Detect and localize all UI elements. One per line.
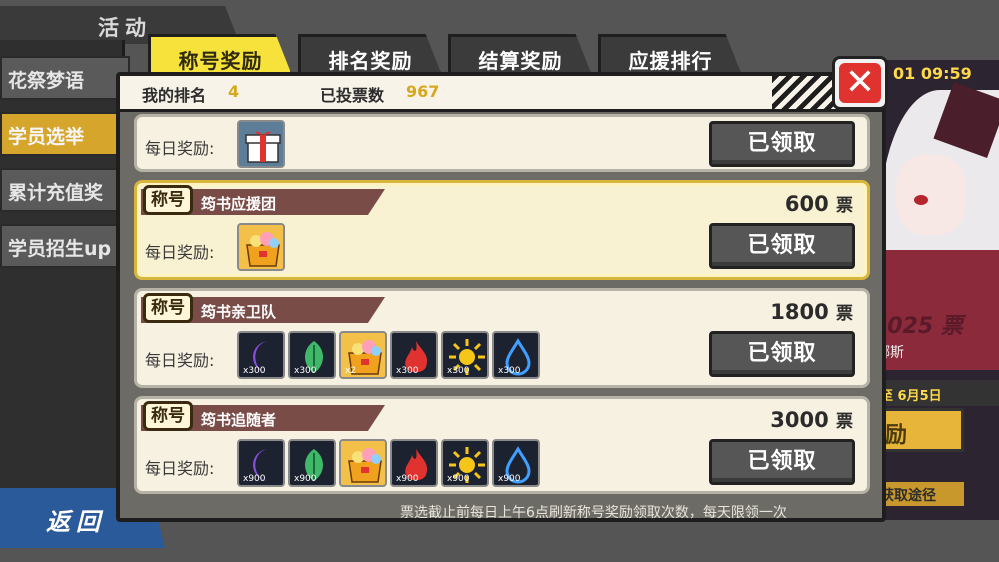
item-quantity: x300 — [396, 366, 419, 376]
item-quantity: x900 — [294, 474, 317, 484]
treasure-chest-icon[interactable] — [339, 439, 387, 487]
title-badge: 称号 — [143, 401, 193, 431]
treasure-chest-icon[interactable]: x2 — [339, 331, 387, 379]
close-button[interactable]: ✕ — [832, 56, 888, 110]
flame-icon[interactable]: x300 — [390, 331, 438, 379]
item-quantity: x900 — [498, 474, 521, 484]
my-rank-label: 我的排名 — [142, 86, 207, 105]
leaf-icon[interactable]: x900 — [288, 439, 336, 487]
sun-icon[interactable]: x300 — [441, 331, 489, 379]
item-quantity: x900 — [243, 474, 266, 484]
votes-unit: 票 — [836, 412, 853, 432]
gift-box-icon[interactable] — [237, 120, 285, 168]
required-votes: 600 票 — [785, 191, 853, 216]
reward-card: 称号 筠书应援团 600 票 每日奖励: 已领取 — [134, 180, 870, 280]
close-icon: ✕ — [839, 63, 881, 103]
title-badge: 称号 — [143, 185, 193, 215]
daily-reward-label: 每日奖励: — [145, 351, 215, 370]
flame-icon[interactable]: x900 — [390, 439, 438, 487]
event-end-date: 至 6月5日 — [872, 380, 999, 406]
votes-cast-label: 已投票数 — [320, 86, 385, 105]
item-quantity: x300 — [447, 366, 470, 376]
daily-reward-label: 每日奖励: — [145, 139, 215, 158]
item-quantity: x900 — [447, 474, 470, 484]
water-drop-icon[interactable]: x300 — [492, 331, 540, 379]
reward-card: 称号 筠书亲卫队 1800 票 每日奖励: x300 x300 x2 x300 — [134, 288, 870, 388]
item-quantity: x300 — [498, 366, 521, 376]
required-votes: 1800 票 — [770, 299, 853, 324]
footer-note: 票选截止前每日上午6点刷新称号奖励领取次数，每天限领一次 — [400, 505, 787, 521]
required-votes: 3000 票 — [770, 407, 853, 432]
title-name: 筠书亲卫队 — [201, 303, 277, 321]
title-badge: 称号 — [143, 293, 193, 323]
claimed-button[interactable]: 已领取 — [709, 121, 855, 167]
claimed-button[interactable]: 已领取 — [709, 223, 855, 269]
sidebar-item-cumulative-recharge[interactable]: 累计充值奖 — [0, 168, 130, 212]
treasure-chest-icon[interactable] — [237, 223, 285, 271]
reward-card: 每日奖励: 已领取 — [134, 114, 870, 172]
reward-card: 称号 筠书追随者 3000 票 每日奖励: x900 x900 x900 x90… — [134, 396, 870, 494]
activity-title: 活动 — [98, 16, 152, 40]
claimed-button[interactable]: 已领取 — [709, 331, 855, 377]
activity-sidebar — [0, 40, 125, 500]
character-face — [896, 155, 966, 235]
item-quantity: x300 — [243, 366, 266, 376]
daily-reward-label: 每日奖励: — [145, 459, 215, 478]
votes-unit: 票 — [836, 196, 853, 216]
votes-cast-value: 967 — [406, 82, 440, 101]
required-votes-value: 3000 — [770, 408, 829, 432]
leaf-icon[interactable]: x300 — [288, 331, 336, 379]
my-rank-value: 4 — [228, 82, 240, 101]
dialog-header: 我的排名 4 已投票数 967 — [120, 76, 882, 112]
votes-unit: 票 — [836, 304, 853, 324]
required-votes-value: 1800 — [770, 300, 829, 324]
claimed-button[interactable]: 已领取 — [709, 439, 855, 485]
back-button-label: 返回 — [46, 508, 106, 536]
character-eye — [914, 195, 928, 205]
countdown-time: 01 09:59 — [893, 64, 972, 83]
moon-icon[interactable]: x900 — [237, 439, 285, 487]
moon-icon[interactable]: x300 — [237, 331, 285, 379]
required-votes-value: 600 — [784, 192, 829, 216]
sun-icon[interactable]: x900 — [441, 439, 489, 487]
daily-reward-label: 每日奖励: — [145, 243, 215, 262]
title-name: 筠书追随者 — [201, 411, 277, 429]
item-quantity: x2 — [345, 366, 357, 376]
water-drop-icon[interactable]: x900 — [492, 439, 540, 487]
item-quantity: x900 — [396, 474, 419, 484]
title-name: 筠书应援团 — [201, 195, 277, 213]
item-quantity: x300 — [294, 366, 317, 376]
sidebar-item-student-election[interactable]: 学员选举 — [0, 112, 130, 156]
sidebar-item-student-recruit[interactable]: 学员招生up — [0, 224, 130, 268]
sidebar-item-flower-festival[interactable]: 花祭梦语 — [0, 56, 130, 100]
reward-dialog: 我的排名 4 已投票数 967 每日奖励: 已领取 称号 筠书应援团 600 票… — [116, 72, 886, 522]
